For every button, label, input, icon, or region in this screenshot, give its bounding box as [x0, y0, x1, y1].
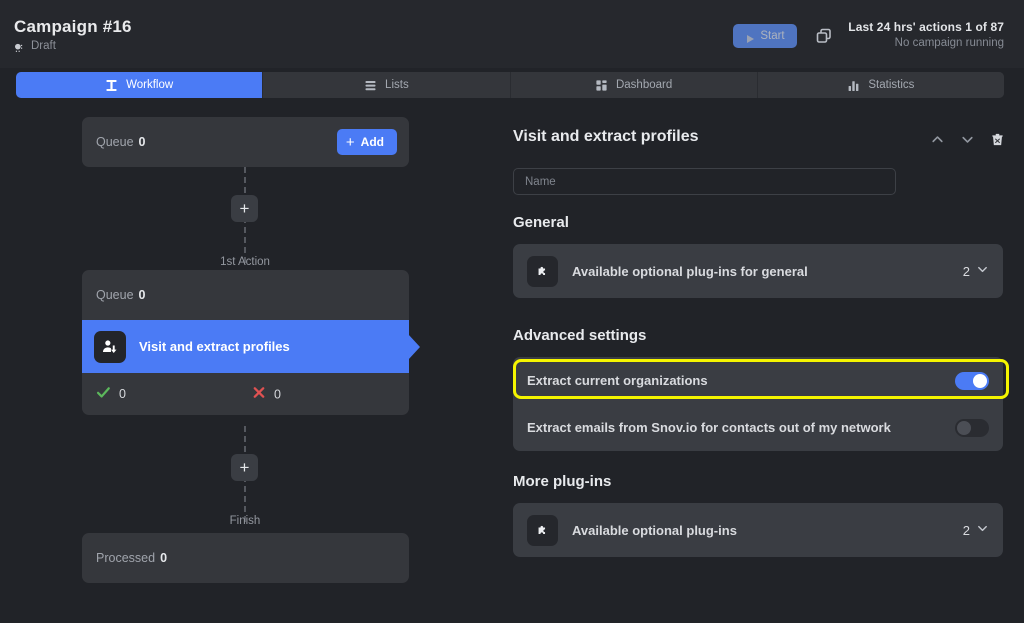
- plugin-card-more-count: 2: [963, 522, 989, 538]
- chevron-down-icon: [976, 522, 989, 538]
- plugin-count-value: 2: [962, 522, 970, 538]
- plugin-card-general-count: 2: [963, 263, 989, 279]
- chevron-up-icon[interactable]: [930, 132, 945, 152]
- plugin-card-general[interactable]: Available optional plug-ins for general …: [513, 244, 1003, 298]
- queue-card-top: Queue 0 + Add: [82, 117, 409, 167]
- campaign-status-label: Draft: [31, 40, 56, 52]
- processed-card: Processed 0: [82, 533, 409, 583]
- action-selected-row[interactable]: Visit and extract profiles: [82, 320, 409, 373]
- action-fail-value: 0: [274, 387, 281, 401]
- page-title: Campaign #16: [14, 17, 132, 36]
- action-queue-row: Queue 0: [82, 270, 409, 320]
- queue-top-text: Queue: [96, 135, 134, 149]
- play-icon: [745, 31, 755, 43]
- action-selected-label: Visit and extract profiles: [139, 339, 290, 354]
- connector-label-first-action: 1st Action: [220, 256, 270, 268]
- name-input[interactable]: [513, 168, 896, 195]
- draft-flag-icon: [14, 41, 25, 52]
- action-stats-row: 0 0: [82, 373, 409, 415]
- toggle-extract-organizations[interactable]: [955, 371, 989, 390]
- setting-row-extract-emails[interactable]: Extract emails from Snov.io for contacts…: [513, 404, 1003, 451]
- plugin-count-value: 2: [962, 263, 970, 279]
- tab-statistics-label: Statistics: [868, 79, 915, 91]
- tab-workflow[interactable]: Workflow: [16, 72, 264, 98]
- action-queue-text: Queue: [96, 288, 134, 302]
- processed-value: 0: [160, 551, 168, 565]
- add-button[interactable]: + Add: [336, 129, 397, 155]
- action-success-value: 0: [119, 387, 126, 401]
- plus-icon: +: [239, 458, 250, 477]
- plugin-card-more[interactable]: Available optional plug-ins 2: [513, 503, 1003, 557]
- panel-title: Visit and extract profiles: [513, 128, 699, 145]
- advanced-settings-card: Extract current organizations Extract em…: [513, 357, 1003, 451]
- action-step-card: Queue 0 Visit and extract profiles 0 0: [82, 270, 409, 415]
- action-success-stat: 0: [96, 385, 126, 403]
- processed-label: Processed 0: [96, 551, 167, 565]
- actions-info: Last 24 hrs' actions 1 of 87 No campaign…: [848, 20, 1004, 49]
- panel-toolbar: [930, 132, 1005, 152]
- action-settings-panel: Visit and extract profiles Name General …: [492, 104, 1024, 623]
- main-tabs: Workflow Lists Dashboard Statistics: [16, 72, 1004, 98]
- section-title-general: General: [513, 214, 569, 231]
- setting-label-extract-organizations: Extract current organizations: [527, 373, 708, 388]
- dashboard-icon: [595, 79, 608, 92]
- puzzle-piece-icon: [527, 514, 558, 546]
- add-step-button-bottom[interactable]: +: [231, 454, 258, 481]
- tab-lists-label: Lists: [385, 79, 409, 91]
- campaign-running-status: No campaign running: [894, 37, 1004, 49]
- check-icon: [96, 385, 111, 403]
- tab-workflow-label: Workflow: [126, 79, 174, 91]
- toggle-knob: [973, 373, 987, 388]
- tab-lists[interactable]: Lists: [263, 72, 511, 98]
- action-queue-label: Queue 0: [96, 288, 145, 302]
- start-button[interactable]: Start: [733, 24, 797, 48]
- setting-label-extract-emails: Extract emails from Snov.io for contacts…: [527, 420, 891, 435]
- visit-extract-profile-icon: [94, 330, 126, 363]
- chevron-down-icon: [976, 263, 989, 279]
- trash-icon[interactable]: [990, 132, 1005, 152]
- plugin-card-more-label: Available optional plug-ins: [572, 522, 737, 538]
- add-button-label: Add: [360, 135, 384, 149]
- duplicate-icon[interactable]: [814, 26, 834, 46]
- processed-text: Processed: [96, 551, 156, 565]
- setting-row-extract-organizations[interactable]: Extract current organizations: [513, 357, 1003, 404]
- section-title-advanced: Advanced settings: [513, 327, 647, 344]
- list-icon: [364, 79, 377, 92]
- toggle-extract-emails[interactable]: [955, 418, 989, 437]
- tab-dashboard-label: Dashboard: [615, 79, 673, 91]
- puzzle-piece-icon: [527, 255, 558, 287]
- plugin-card-general-label: Available optional plug-ins for general: [572, 263, 808, 279]
- workflow-canvas: Queue 0 + Add + 1st Action Queue 0 Visit…: [0, 104, 492, 623]
- add-step-button-top[interactable]: +: [231, 195, 258, 222]
- actions-summary: Last 24 hrs' actions 1 of 87: [848, 20, 1004, 34]
- cross-icon: [252, 386, 266, 403]
- section-title-more-plugins: More plug-ins: [513, 473, 612, 490]
- queue-top-value: 0: [138, 135, 146, 149]
- tab-statistics[interactable]: Statistics: [757, 72, 1004, 98]
- workflow-icon: [105, 79, 118, 92]
- connector-label-finish: Finish: [229, 515, 261, 527]
- toggle-knob: [957, 420, 971, 435]
- action-queue-value: 0: [138, 288, 146, 302]
- plus-icon: +: [345, 133, 355, 151]
- tab-dashboard[interactable]: Dashboard: [510, 72, 758, 98]
- chevron-down-icon[interactable]: [960, 132, 975, 152]
- queue-top-label: Queue 0: [96, 135, 145, 149]
- plus-icon: +: [239, 199, 250, 218]
- start-button-label: Start: [760, 30, 785, 42]
- campaign-status: Draft: [14, 40, 56, 52]
- action-fail-stat: 0: [252, 386, 281, 403]
- statistics-icon: [847, 79, 860, 92]
- campaign-workflow-page: Campaign #16 Draft Start Last 24 hrs' ac…: [0, 0, 1024, 623]
- page-header: Campaign #16 Draft Start Last 24 hrs' ac…: [0, 0, 1024, 68]
